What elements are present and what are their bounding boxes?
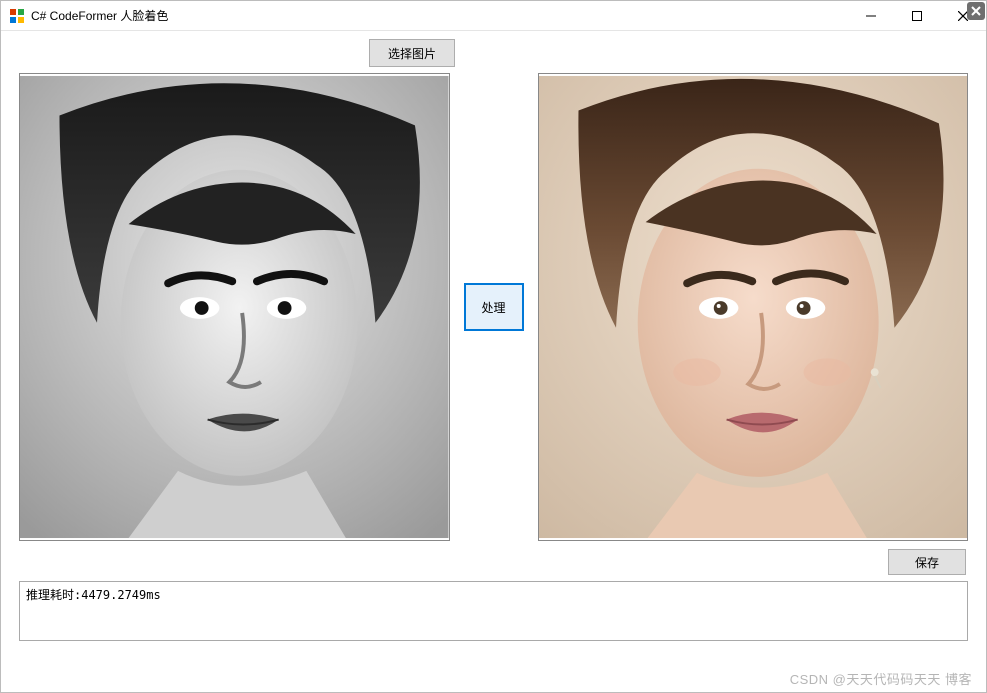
output-portrait-image — [539, 74, 968, 540]
minimize-button[interactable] — [848, 1, 894, 30]
watermark-text: CSDN @天天代码码天天 博客 — [790, 669, 972, 688]
process-button[interactable]: 处理 — [464, 283, 524, 331]
images-row: 处理 — [19, 73, 968, 541]
save-button[interactable]: 保存 — [888, 549, 966, 575]
status-textbox[interactable]: 推理耗时:4479.2749ms — [19, 581, 968, 641]
titlebar: C# CodeFormer 人脸着色 — [1, 1, 986, 31]
status-text: 推理耗时:4479.2749ms — [26, 588, 161, 602]
window-controls — [848, 1, 986, 30]
window-title: C# CodeFormer 人脸着色 — [31, 7, 168, 24]
app-icon — [9, 8, 25, 24]
maximize-button[interactable] — [894, 1, 940, 30]
top-button-row: 选择图片 — [19, 39, 968, 67]
overlay-badge-icon — [967, 2, 985, 20]
app-window: C# CodeFormer 人脸着色 选择图片 — [0, 0, 987, 693]
select-image-button[interactable]: 选择图片 — [369, 39, 455, 67]
input-image-box — [19, 73, 450, 541]
output-image-box — [538, 73, 969, 541]
input-portrait-image — [20, 74, 449, 540]
middle-column: 处理 — [464, 283, 524, 331]
client-area: 选择图片 — [1, 31, 986, 692]
save-row: 保存 — [19, 549, 968, 575]
